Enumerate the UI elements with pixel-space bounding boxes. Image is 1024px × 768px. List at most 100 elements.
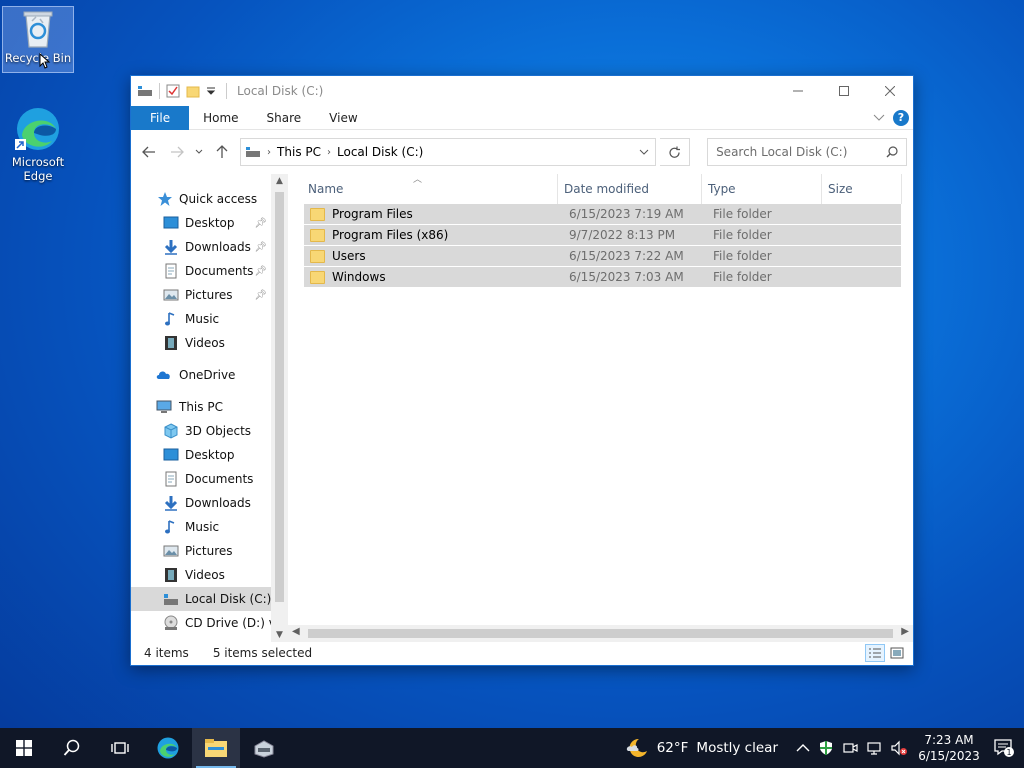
recent-locations-button[interactable] bbox=[192, 140, 206, 164]
nav-pc-cd-drive[interactable]: CD Drive (D:) virt bbox=[131, 611, 271, 635]
breadcrumb-this-pc[interactable]: This PC bbox=[277, 145, 321, 159]
tab-home[interactable]: Home bbox=[189, 106, 252, 130]
column-header-date[interactable]: Date modified bbox=[558, 174, 702, 204]
taskbar-edge-button[interactable] bbox=[144, 728, 192, 768]
nav-label: Documents bbox=[185, 264, 254, 278]
up-button[interactable] bbox=[210, 140, 234, 164]
large-icons-view-button[interactable] bbox=[887, 644, 907, 662]
window-controls bbox=[775, 76, 913, 106]
clock[interactable]: 7:23 AM 6/15/2023 bbox=[914, 732, 984, 764]
weather-widget[interactable]: 62°F Mostly clear bbox=[625, 736, 790, 760]
search-button[interactable] bbox=[48, 728, 96, 768]
pin-icon[interactable]: 📌︎ bbox=[254, 218, 267, 229]
nav-pc-downloads[interactable]: Downloads bbox=[131, 491, 271, 515]
minimize-button[interactable] bbox=[775, 76, 821, 106]
nav-pc-documents[interactable]: Documents bbox=[131, 467, 271, 491]
scroll-up-arrow-icon[interactable]: ▲ bbox=[271, 176, 288, 186]
weather-desc: Mostly clear bbox=[696, 740, 778, 756]
column-header-size[interactable]: Size bbox=[822, 174, 902, 204]
search-box[interactable] bbox=[707, 138, 907, 166]
scrollbar-thumb[interactable] bbox=[275, 192, 284, 602]
address-history-dropdown[interactable] bbox=[633, 149, 655, 155]
refresh-icon bbox=[669, 146, 681, 158]
nav-qa-downloads[interactable]: Downloads 📌︎ bbox=[131, 235, 271, 259]
nav-pc-videos[interactable]: Videos bbox=[131, 563, 271, 587]
nav-pc-music[interactable]: Music bbox=[131, 515, 271, 539]
nav-this-pc[interactable]: This PC bbox=[131, 395, 271, 419]
edge-label: Microsoft Edge bbox=[11, 155, 65, 183]
breadcrumb-local-disk[interactable]: Local Disk (C:) bbox=[337, 145, 423, 159]
customize-toolbar-dropdown-icon[interactable] bbox=[206, 86, 216, 96]
content-area: Quick access Desktop 📌︎ Downloads 📌︎ Doc… bbox=[131, 174, 913, 642]
meet-now-icon[interactable] bbox=[842, 740, 858, 756]
desktop-icon bbox=[163, 216, 179, 229]
table-row[interactable]: Program Files (x86) 9/7/2022 8:13 PM Fil… bbox=[304, 225, 901, 245]
nav-pc-pictures[interactable]: Pictures bbox=[131, 539, 271, 563]
table-row[interactable]: Users 6/15/2023 7:22 AM File folder bbox=[304, 246, 901, 266]
security-shield-icon[interactable] bbox=[818, 740, 834, 756]
table-row[interactable]: Program Files 6/15/2023 7:19 AM File fol… bbox=[304, 204, 901, 224]
edge-desktop-icon[interactable]: Microsoft Edge bbox=[2, 105, 74, 183]
new-folder-icon[interactable] bbox=[186, 84, 200, 98]
nav-onedrive[interactable]: OneDrive bbox=[131, 363, 271, 387]
forward-button[interactable] bbox=[165, 140, 189, 164]
nav-pc-desktop[interactable]: Desktop bbox=[131, 443, 271, 467]
chevron-up-icon[interactable] bbox=[796, 743, 810, 753]
nav-qa-videos[interactable]: Videos bbox=[131, 331, 271, 355]
tab-share[interactable]: Share bbox=[253, 106, 316, 130]
address-bar[interactable]: › This PC › Local Disk (C:) bbox=[240, 138, 657, 166]
scroll-right-arrow-icon[interactable]: ▶ bbox=[901, 626, 909, 637]
taskbar-drive-app-button[interactable] bbox=[240, 728, 288, 768]
nav-pc-3d-objects[interactable]: 3D Objects bbox=[131, 419, 271, 443]
scroll-down-arrow-icon[interactable]: ▼ bbox=[271, 630, 288, 640]
back-button[interactable] bbox=[137, 140, 161, 164]
tab-file[interactable]: File bbox=[131, 105, 190, 130]
maximize-button[interactable] bbox=[821, 76, 867, 106]
file-explorer-window: Local Disk (C:) File Home Share View ? ›… bbox=[130, 75, 914, 666]
nav-label: Music bbox=[185, 312, 220, 326]
column-header-name[interactable]: Name bbox=[302, 174, 558, 204]
breadcrumb-separator-icon[interactable]: › bbox=[267, 147, 271, 158]
help-icon[interactable]: ? bbox=[893, 109, 909, 126]
table-row[interactable]: Windows 6/15/2023 7:03 AM File folder bbox=[304, 267, 901, 287]
recycle-bin-desktop-icon[interactable]: Recycle Bin bbox=[2, 6, 74, 73]
refresh-button[interactable] bbox=[660, 138, 691, 166]
divider bbox=[159, 83, 160, 99]
network-icon[interactable] bbox=[866, 740, 882, 756]
nav-pc-local-disk[interactable]: Local Disk (C:) bbox=[131, 587, 271, 611]
expand-ribbon-icon[interactable] bbox=[873, 114, 885, 122]
details-view-button[interactable] bbox=[865, 643, 885, 662]
pin-icon[interactable]: 📌︎ bbox=[254, 290, 267, 301]
nav-quick-access[interactable]: Quick access bbox=[131, 187, 271, 211]
download-arrow-icon bbox=[164, 240, 178, 255]
nav-qa-desktop[interactable]: Desktop 📌︎ bbox=[131, 211, 271, 235]
taskbar-file-explorer-button[interactable] bbox=[192, 728, 240, 768]
nav-pane-scrollbar[interactable]: ▲ ▼ bbox=[271, 174, 288, 642]
tab-view[interactable]: View bbox=[315, 106, 371, 130]
volume-muted-icon[interactable] bbox=[890, 740, 908, 756]
search-icon bbox=[886, 146, 898, 158]
pin-icon[interactable]: 📌︎ bbox=[254, 242, 267, 253]
search-input[interactable] bbox=[716, 145, 886, 159]
file-date: 6/15/2023 7:22 AM bbox=[569, 249, 684, 263]
task-view-button[interactable] bbox=[96, 728, 144, 768]
scrollbar-thumb[interactable] bbox=[308, 629, 893, 638]
maximize-icon bbox=[839, 86, 849, 96]
close-button[interactable] bbox=[867, 76, 913, 106]
breadcrumb-separator-icon[interactable]: › bbox=[327, 147, 331, 158]
column-header-type[interactable]: Type bbox=[702, 174, 822, 204]
nav-qa-music[interactable]: Music bbox=[131, 307, 271, 331]
nav-label: Pictures bbox=[185, 544, 233, 558]
scroll-left-arrow-icon[interactable]: ◀ bbox=[292, 626, 300, 637]
start-button[interactable] bbox=[0, 728, 48, 768]
action-center-button[interactable]: 1 bbox=[984, 738, 1024, 758]
file-name: Users bbox=[332, 249, 366, 263]
properties-icon[interactable] bbox=[166, 84, 180, 98]
navigation-bar: › This PC › Local Disk (C:) bbox=[131, 130, 913, 174]
pin-icon[interactable]: 📌︎ bbox=[254, 266, 267, 277]
nav-qa-pictures[interactable]: Pictures 📌︎ bbox=[131, 283, 271, 307]
nav-label: This PC bbox=[179, 400, 223, 414]
mouse-cursor-icon bbox=[39, 53, 51, 69]
recycle-bin-label: Recycle Bin bbox=[4, 51, 72, 65]
nav-qa-documents[interactable]: Documents 📌︎ bbox=[131, 259, 271, 283]
